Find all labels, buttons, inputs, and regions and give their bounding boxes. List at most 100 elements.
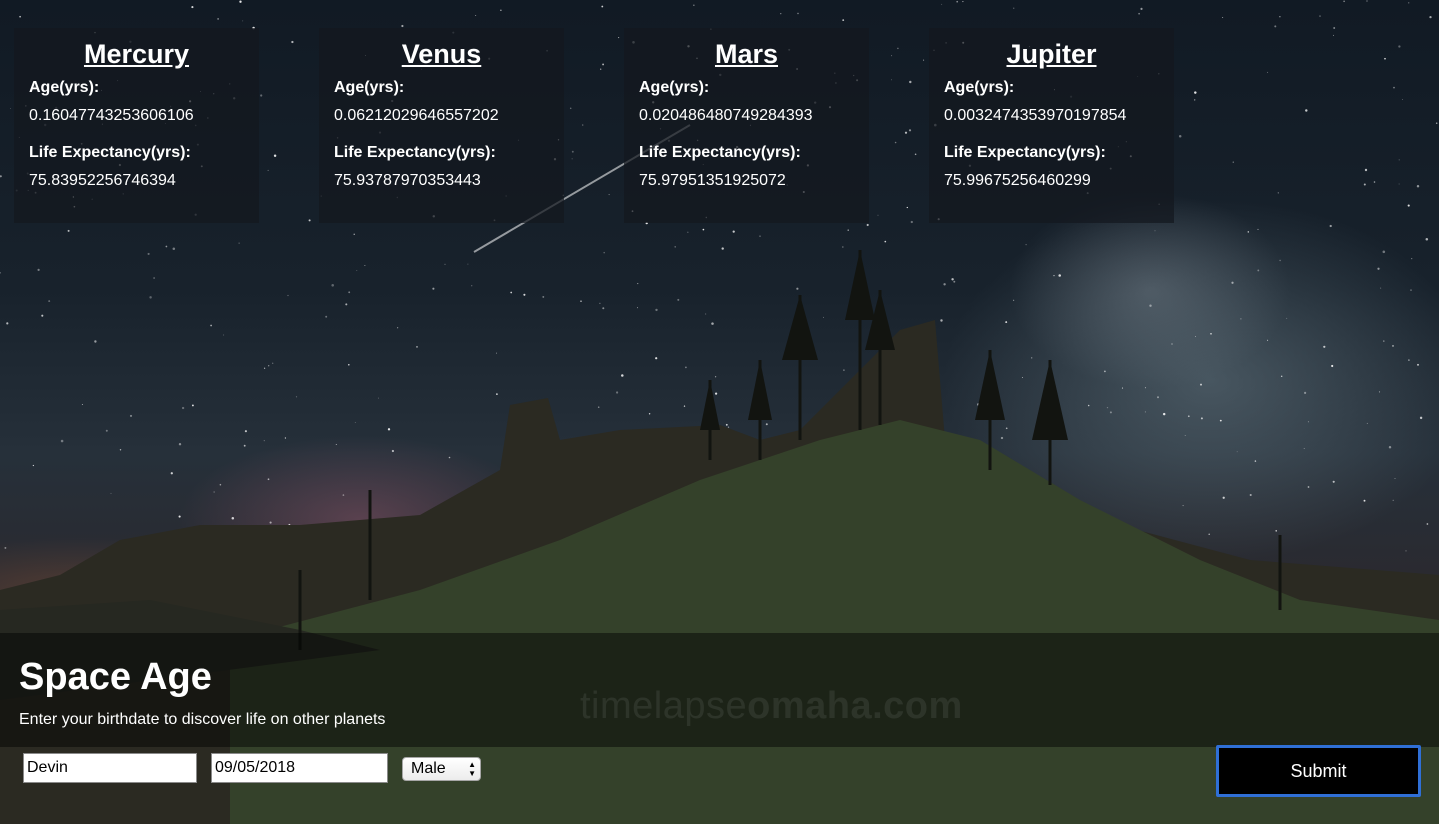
star (962, 1, 964, 3)
star (335, 443, 337, 446)
star (725, 423, 728, 426)
star (721, 247, 724, 250)
life-expectancy-label: Life Expectancy(yrs): (639, 144, 801, 161)
life-expectancy-label: Life Expectancy(yrs): (944, 144, 1106, 161)
star (348, 363, 350, 366)
star (603, 251, 605, 254)
star (1383, 340, 1385, 342)
star (1303, 447, 1305, 449)
star (60, 439, 64, 443)
star (284, 437, 287, 439)
star (877, 214, 879, 216)
planet-card-jupiter: Jupiter Age(yrs): 0.0032474353970197854 … (929, 28, 1174, 223)
star (1366, 0, 1368, 2)
star (1382, 250, 1386, 254)
star (1005, 427, 1008, 430)
star (269, 521, 272, 524)
star (129, 414, 133, 417)
star (1279, 259, 1281, 262)
star (325, 315, 328, 318)
star (602, 307, 605, 310)
star (941, 3, 943, 5)
star (1333, 34, 1335, 36)
star (219, 483, 222, 486)
star (569, 107, 572, 110)
star (165, 245, 168, 248)
star (1184, 435, 1186, 436)
star (571, 158, 573, 160)
star (1187, 415, 1190, 418)
star (714, 376, 717, 378)
star (655, 357, 658, 360)
star (1378, 391, 1381, 393)
watermark-light: timelapse (580, 685, 748, 727)
star (9, 108, 11, 109)
star (542, 295, 545, 298)
planet-name: Jupiter (1006, 39, 1097, 69)
star (1275, 530, 1277, 532)
star (621, 374, 624, 377)
star (1373, 181, 1376, 183)
star (354, 422, 356, 423)
star (94, 340, 97, 343)
star (217, 18, 219, 20)
star (238, 242, 240, 244)
star (119, 449, 122, 451)
star (213, 491, 215, 493)
star (1210, 332, 1212, 335)
life-expectancy-value: 75.83952256746394 (29, 172, 176, 189)
star (81, 403, 83, 406)
star (1331, 364, 1334, 368)
star (0, 175, 2, 178)
star (1021, 376, 1023, 378)
star (1013, 299, 1015, 301)
planet-name: Mars (714, 39, 779, 69)
star (906, 206, 908, 209)
star (1363, 183, 1366, 186)
star (1410, 289, 1412, 291)
star (897, 47, 899, 50)
star (110, 492, 112, 494)
star (674, 246, 676, 248)
star (356, 269, 358, 271)
submit-button[interactable]: Submit (1216, 745, 1421, 797)
star (287, 294, 289, 297)
star (260, 94, 263, 97)
gender-select[interactable]: Male ▲ ▼ (402, 757, 481, 781)
star (1416, 184, 1420, 188)
star (923, 59, 925, 61)
star (1257, 269, 1260, 272)
star (1323, 345, 1326, 348)
star (1333, 27, 1336, 29)
star (1267, 71, 1269, 73)
star (884, 240, 887, 243)
star (377, 397, 379, 399)
star (1149, 304, 1152, 307)
star (348, 291, 351, 294)
star (147, 252, 150, 255)
age-label: Age(yrs): (334, 79, 405, 96)
planet-card-mercury: Mercury Age(yrs): 0.16047743253606106 Li… (14, 28, 259, 223)
star (1058, 274, 1061, 277)
star (223, 334, 225, 336)
star (1138, 12, 1140, 15)
star (1419, 416, 1423, 420)
star (170, 472, 173, 475)
star (1193, 99, 1196, 101)
star (1144, 387, 1146, 389)
star (581, 124, 584, 126)
star (823, 316, 825, 318)
age-value: 0.020486480749284393 (639, 107, 813, 124)
star (843, 369, 845, 371)
star (1280, 375, 1283, 378)
star (1087, 404, 1090, 407)
star (1247, 231, 1250, 233)
star (1429, 15, 1432, 19)
birthdate-input[interactable] (211, 753, 388, 783)
star (1195, 335, 1196, 337)
star (1426, 523, 1429, 525)
name-input[interactable] (23, 753, 197, 783)
age-label: Age(yrs): (29, 79, 100, 96)
star (683, 405, 686, 407)
gender-selected-value: Male (411, 760, 446, 777)
